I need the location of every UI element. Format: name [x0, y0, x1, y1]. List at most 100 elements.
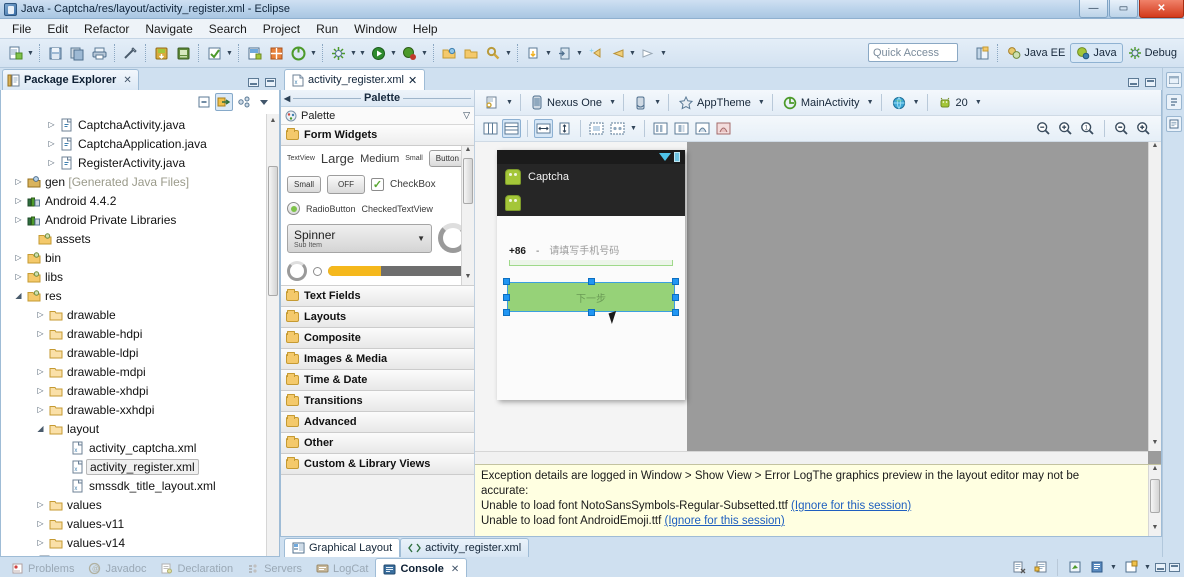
tab-xml-source[interactable]: activity_register.xml: [400, 538, 530, 557]
tree-item[interactable]: ▷ drawable-xhdpi: [1, 381, 279, 400]
collapse-arrow-icon[interactable]: ▷: [45, 120, 58, 129]
activity-caret[interactable]: ▼: [866, 93, 875, 113]
list-view-icon[interactable]: [502, 119, 521, 138]
tab-activity-register-xml[interactable]: x activity_register.xml ✕: [284, 69, 426, 90]
scroll-up-icon[interactable]: ▲: [462, 146, 474, 158]
palette-collapse-icon[interactable]: ◀: [284, 94, 290, 103]
api-level-caret[interactable]: ▼: [974, 93, 983, 113]
collapse-arrow-icon[interactable]: ▷: [12, 215, 25, 224]
progressbar-tiny-icon[interactable]: [313, 266, 322, 276]
maximize-editor-icon[interactable]: [1145, 78, 1156, 87]
zoom-fit-icon[interactable]: [1034, 119, 1053, 138]
palette-widget-list[interactable]: TextView Large Medium Small Button Small…: [281, 146, 474, 286]
close-icon[interactable]: ✕: [408, 74, 417, 87]
new-android-project-icon[interactable]: [244, 43, 264, 63]
open-console-icon[interactable]: [1121, 558, 1140, 577]
scroll-up-icon[interactable]: ▲: [1149, 465, 1161, 477]
palette-category-text-fields[interactable]: Text Fields: [281, 286, 474, 307]
debug-icon[interactable]: [399, 43, 419, 63]
tree-item[interactable]: ▷ values: [1, 495, 279, 514]
last-edit-caret[interactable]: ▼: [575, 43, 584, 63]
tree-item[interactable]: ▷ Android 4.4.2: [1, 191, 279, 210]
zoom-in-icon[interactable]: [1134, 119, 1153, 138]
scroll-up-icon[interactable]: ▲: [267, 114, 279, 126]
layout-canvas[interactable]: Captcha +86 - 请填写手机号码 下一步 ▲ ▼: [475, 142, 1161, 464]
progressbar-small-icon[interactable]: [287, 261, 307, 281]
error-panel-scrollbar[interactable]: ▲ ▼: [1148, 465, 1161, 536]
open-type-icon[interactable]: [439, 43, 459, 63]
widget-radiobutton-label[interactable]: RadioButton: [306, 204, 356, 214]
tree-item[interactable]: ◢ res: [1, 286, 279, 305]
menu-edit[interactable]: Edit: [39, 20, 76, 38]
resize-handle-tr[interactable]: [672, 278, 679, 285]
external-tools-caret[interactable]: ▼: [349, 43, 358, 63]
run-icon[interactable]: [368, 43, 388, 63]
outline-view-icon[interactable]: [481, 119, 500, 138]
resize-handle-ml[interactable]: [503, 294, 510, 301]
run-android-caret[interactable]: ▼: [309, 43, 318, 63]
resize-handle-tc[interactable]: [588, 278, 595, 285]
tree-item[interactable]: assets: [1, 229, 279, 248]
widget-small-button[interactable]: Small: [287, 176, 322, 193]
view-menu-caret-icon[interactable]: [255, 93, 273, 111]
layout-config-caret[interactable]: ▼: [505, 93, 514, 113]
widget-small-text[interactable]: Small: [405, 155, 423, 162]
layout-config-button[interactable]: [481, 93, 503, 113]
collapse-arrow-icon[interactable]: ▷: [34, 500, 47, 509]
close-button[interactable]: ✕: [1139, 0, 1184, 18]
back-star-icon[interactable]: [585, 43, 605, 63]
zoom-actual-icon[interactable]: [1056, 119, 1075, 138]
display-selected-console-icon[interactable]: [1087, 558, 1106, 577]
collapse-arrow-icon[interactable]: ▷: [34, 329, 47, 338]
collapse-arrow-icon[interactable]: ▷: [45, 158, 58, 167]
palette-category-transitions[interactable]: Transitions: [281, 391, 474, 412]
tree-item[interactable]: x activity_register.xml: [1, 457, 279, 476]
collapse-arrow-icon[interactable]: ▷: [12, 253, 25, 262]
resize-handle-bl[interactable]: [503, 309, 510, 316]
tree-item[interactable]: ▷ drawable-hdpi: [1, 324, 279, 343]
maximize-button[interactable]: ▭: [1109, 0, 1138, 18]
distribute-icon[interactable]: [693, 119, 712, 138]
tree-item[interactable]: ▷ values-v14: [1, 533, 279, 552]
android-sdk-manager-icon[interactable]: [151, 43, 171, 63]
collapse-all-icon[interactable]: [195, 93, 213, 111]
align-center-icon[interactable]: [672, 119, 691, 138]
collapse-arrow-icon[interactable]: ▷: [45, 139, 58, 148]
minimize-button[interactable]: —: [1079, 0, 1108, 18]
tree-item[interactable]: x smssdk_title_layout.xml: [1, 476, 279, 495]
menu-refactor[interactable]: Refactor: [76, 20, 137, 38]
checkbox-icon[interactable]: ✓: [371, 178, 385, 191]
new-icon[interactable]: [5, 43, 25, 63]
pin-console-icon[interactable]: [1065, 558, 1084, 577]
ignore-session-link[interactable]: (Ignore for this session): [664, 515, 784, 527]
debug-caret[interactable]: ▼: [420, 43, 429, 63]
api-level-selector[interactable]: 20: [934, 93, 972, 113]
resize-handle-tl[interactable]: [503, 278, 510, 285]
search-caret[interactable]: ▼: [504, 43, 513, 63]
bottom-tab-problems[interactable]: Problems: [4, 558, 81, 577]
device-preview[interactable]: Captcha +86 - 请填写手机号码 下一步: [497, 150, 685, 400]
widget-textview[interactable]: TextView: [287, 155, 315, 162]
canvas-vertical-scrollbar[interactable]: ▲ ▼: [1148, 142, 1161, 451]
resize-handle-br[interactable]: [672, 309, 679, 316]
save-all-icon[interactable]: [67, 43, 87, 63]
collapse-arrow-icon[interactable]: ▷: [34, 519, 47, 528]
expand-arrow-icon[interactable]: ◢: [12, 291, 25, 300]
search-icon[interactable]: [483, 43, 503, 63]
tree-vertical-scrollbar[interactable]: ▲: [266, 114, 279, 556]
device-selector[interactable]: Nexus One: [527, 93, 606, 113]
open-folder-icon[interactable]: [461, 43, 481, 63]
minimize-editor-icon[interactable]: [1128, 78, 1139, 87]
maximize-bottom-panel-icon[interactable]: [1169, 562, 1180, 572]
print-icon[interactable]: [89, 43, 109, 63]
menu-run[interactable]: Run: [308, 20, 346, 38]
maximize-view-icon[interactable]: [265, 78, 276, 87]
palette-category-custom-library-views[interactable]: Custom & Library Views: [281, 454, 474, 475]
phone-number-field[interactable]: +86 - 请填写手机号码: [497, 242, 685, 257]
back-arrow-icon[interactable]: [607, 43, 627, 63]
display-console-caret[interactable]: ▼: [1109, 557, 1118, 577]
scroll-down-icon[interactable]: ▼: [462, 273, 474, 285]
save-icon[interactable]: [45, 43, 65, 63]
expand-caret[interactable]: ▼: [629, 119, 638, 139]
theme-selector[interactable]: AppTheme: [675, 93, 755, 113]
